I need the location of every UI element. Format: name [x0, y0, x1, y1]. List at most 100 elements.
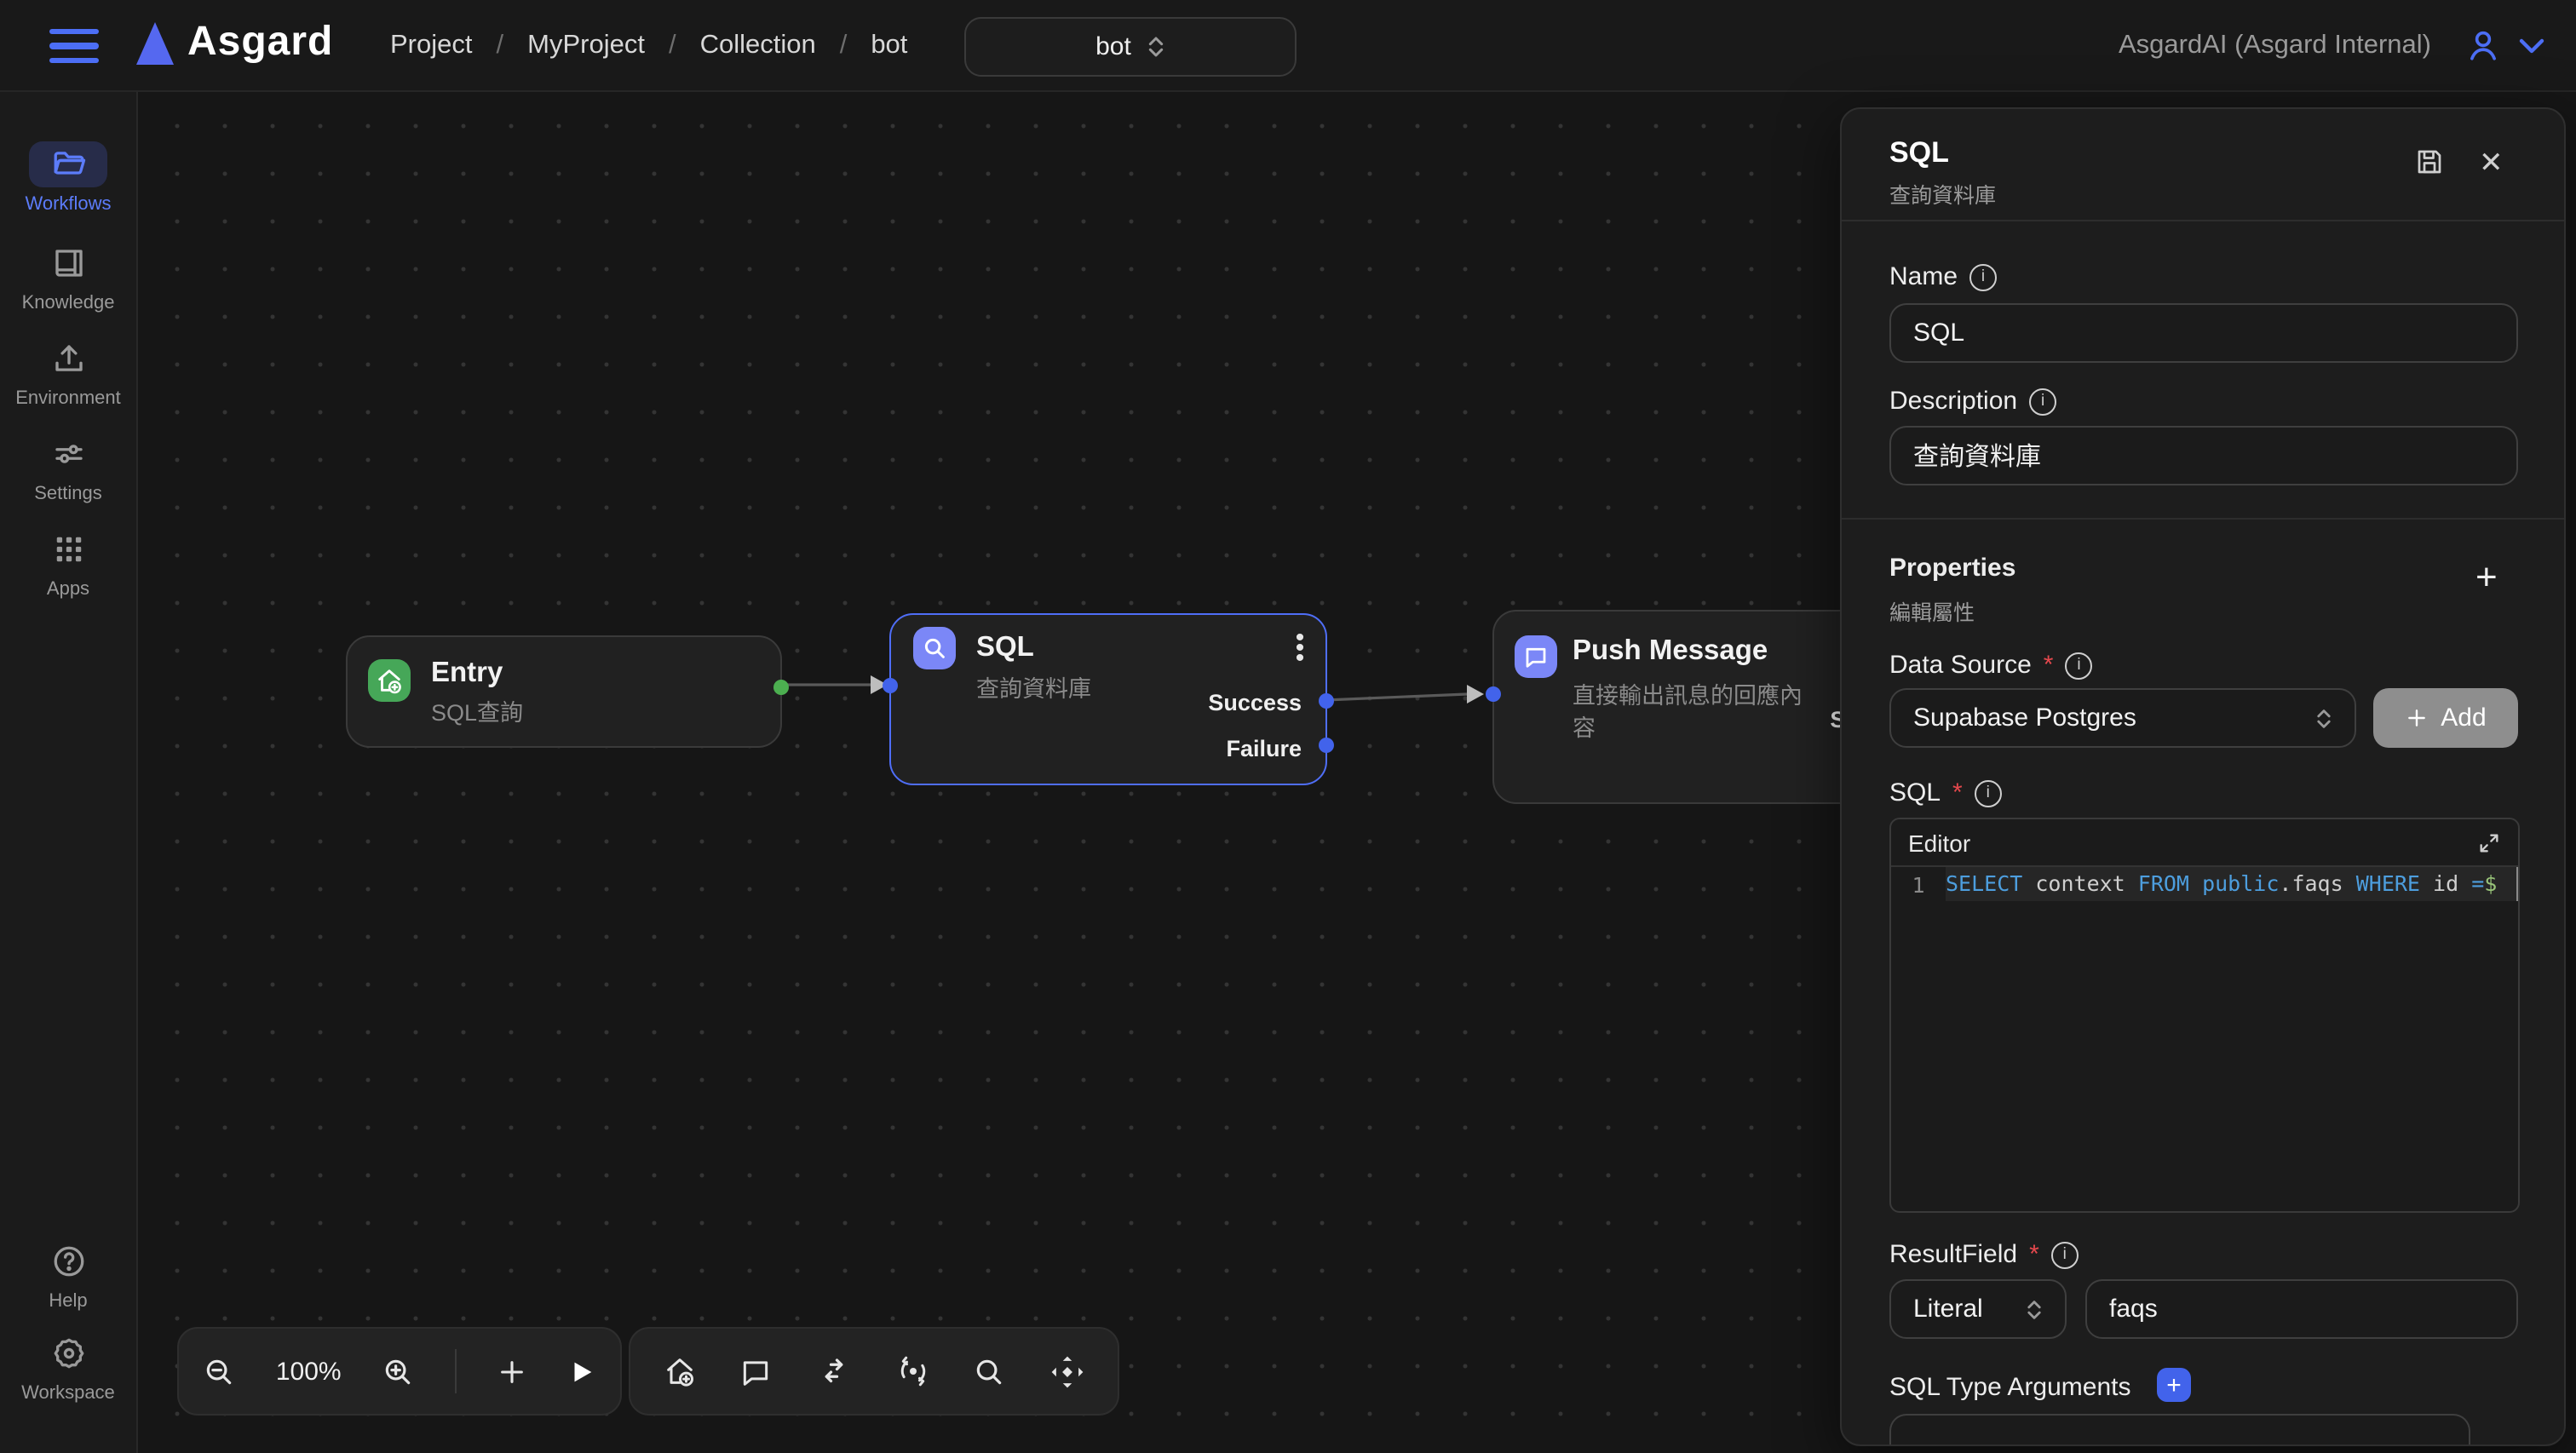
unfold-chevrons-icon: [2026, 1297, 2043, 1321]
code-content[interactable]: SELECT context FROM public.faqs WHERE id…: [1946, 867, 2518, 901]
search-icon[interactable]: [974, 1355, 1006, 1387]
sidebar-item-label: Workspace: [21, 1383, 115, 1404]
info-icon[interactable]: i: [2051, 1241, 2079, 1268]
close-icon[interactable]: ✕: [2479, 146, 2504, 181]
asgard-logo: [136, 22, 174, 65]
swap-arrows-icon[interactable]: [816, 1353, 852, 1389]
zoom-toolbar: 100%: [177, 1327, 622, 1416]
breadcrumb-item-project[interactable]: Project: [390, 30, 473, 60]
save-icon[interactable]: [2414, 146, 2445, 177]
properties-subtitle: 編輯屬性: [1889, 594, 1975, 627]
sql-code-editor[interactable]: Editor 1 SELECT context FROM public.faqs…: [1889, 818, 2520, 1213]
description-input[interactable]: 查詢資料庫: [1889, 426, 2518, 485]
node-subtitle: 直接輸出訊息的回應內容: [1573, 680, 1811, 744]
node-title: SQL: [976, 632, 1034, 664]
sql-label: SQL*i: [1889, 778, 2002, 807]
unfold-chevrons-icon: [1147, 34, 1165, 60]
zoom-level: 100%: [276, 1357, 342, 1386]
breadcrumb-separator: /: [669, 30, 676, 60]
sql-failure-port[interactable]: [1319, 738, 1334, 753]
name-label: Namei: [1889, 262, 1997, 291]
account-label: AsgardAI (Asgard Internal): [2119, 0, 2431, 90]
panel-title: SQL: [1889, 136, 1949, 170]
zoom-out-button[interactable]: [203, 1355, 235, 1387]
auto-layout-icon[interactable]: [896, 1354, 930, 1388]
add-button[interactable]: [497, 1357, 526, 1386]
line-number: 1: [1891, 871, 1946, 897]
fit-view-icon[interactable]: [1049, 1353, 1085, 1389]
add-property-plus-icon[interactable]: +: [2475, 555, 2498, 600]
plus-icon: [2405, 707, 2427, 729]
name-input[interactable]: SQL: [1889, 303, 2518, 363]
toolbar-divider: [455, 1349, 457, 1393]
editor-title: Editor: [1908, 829, 1970, 856]
sidebar-item-label: Environment: [15, 388, 121, 409]
sidebar-item-workspace[interactable]: Workspace: [0, 1330, 136, 1404]
app-window: Entry SQL查詢 SQL 查詢資料庫 ••• Success Failur…: [0, 0, 2576, 1453]
account-chevron-down-icon[interactable]: [2518, 37, 2545, 55]
zoom-in-button[interactable]: [382, 1355, 414, 1387]
sql-success-port[interactable]: [1319, 693, 1334, 709]
result-field-input[interactable]: faqs: [2085, 1279, 2518, 1339]
hamburger-menu-icon[interactable]: [49, 29, 99, 63]
result-field-label: ResultField*i: [1889, 1240, 2079, 1269]
sidebar-item-knowledge[interactable]: Knowledge: [0, 240, 136, 313]
unfold-chevrons-icon: [2315, 706, 2332, 730]
sidebar-item-apps[interactable]: Apps: [0, 526, 136, 600]
entry-output-port[interactable]: [773, 680, 789, 695]
sql-type-arguments-box[interactable]: [1889, 1414, 2470, 1446]
user-avatar-icon[interactable]: [2465, 27, 2501, 63]
port-label-failure: Failure: [1182, 736, 1302, 761]
sidebar-item-settings[interactable]: Settings: [0, 431, 136, 504]
data-source-label: Data Source*i: [1889, 651, 2092, 680]
workflow-select-value: bot: [1095, 32, 1131, 61]
node-sql[interactable]: SQL 查詢資料庫 ••• Success Failure: [889, 613, 1327, 785]
panel-subtitle: 查詢資料庫: [1889, 177, 1996, 210]
sidebar-item-label: Workflows: [25, 194, 111, 215]
info-icon[interactable]: i: [1969, 263, 1997, 290]
sidebar-item-label: Help: [49, 1291, 87, 1312]
top-navbar: Asgard Project / MyProject / Collection …: [0, 0, 2576, 92]
breadcrumb-item-collection[interactable]: Collection: [700, 30, 816, 60]
node-subtitle: 查詢資料庫: [976, 673, 1091, 705]
left-sidebar: Workflows Knowledge Environment Settings…: [0, 90, 138, 1453]
sidebar-item-environment[interactable]: Environment: [0, 336, 136, 409]
magnifier-icon: [913, 627, 956, 669]
description-label: Descriptioni: [1889, 387, 2056, 416]
upload-icon: [29, 336, 107, 382]
node-menu-kebab-icon[interactable]: •••: [1288, 634, 1312, 664]
code-line[interactable]: 1 SELECT context FROM public.faqs WHERE …: [1891, 867, 2518, 901]
add-sql-type-argument-button[interactable]: +: [2157, 1368, 2191, 1402]
node-entry[interactable]: Entry SQL查詢: [346, 635, 782, 748]
comment-icon[interactable]: [740, 1355, 773, 1387]
add-entry-node-icon[interactable]: [663, 1354, 697, 1388]
data-source-select[interactable]: Supabase Postgres: [1889, 688, 2356, 748]
sql-type-arguments-label: SQL Type Arguments: [1889, 1373, 2131, 1402]
gear-icon: [29, 1330, 107, 1376]
run-play-button[interactable]: [567, 1357, 596, 1386]
info-icon[interactable]: i: [1975, 779, 2002, 807]
sidebar-item-help[interactable]: Help: [0, 1238, 136, 1312]
breadcrumb-item-bot[interactable]: bot: [871, 30, 907, 60]
push-input-port[interactable]: [1486, 686, 1501, 702]
breadcrumb-separator: /: [840, 30, 848, 60]
info-icon[interactable]: i: [2065, 652, 2092, 679]
speech-bubble-icon: [1515, 635, 1557, 678]
node-title: Push Message: [1573, 635, 1768, 668]
sidebar-item-label: Knowledge: [22, 293, 115, 313]
entry-home-plus-icon: [368, 659, 411, 702]
workflow-select[interactable]: bot: [964, 17, 1297, 77]
expand-fullscreen-icon[interactable]: [2477, 830, 2501, 854]
breadcrumb-separator: /: [497, 30, 504, 60]
help-circle-icon: [29, 1238, 107, 1284]
breadcrumb-item-myproject[interactable]: MyProject: [527, 30, 645, 60]
add-data-source-button[interactable]: Add: [2373, 688, 2518, 748]
properties-title: Properties: [1889, 554, 2015, 583]
grid-dots-icon: [29, 526, 107, 572]
breadcrumb: Project / MyProject / Collection / bot: [390, 0, 907, 90]
sql-input-port[interactable]: [883, 678, 898, 693]
result-field-type-select[interactable]: Literal: [1889, 1279, 2067, 1339]
node-subtitle: SQL查詢: [431, 697, 523, 729]
sidebar-item-workflows[interactable]: Workflows: [0, 141, 136, 215]
info-icon[interactable]: i: [2029, 388, 2056, 415]
